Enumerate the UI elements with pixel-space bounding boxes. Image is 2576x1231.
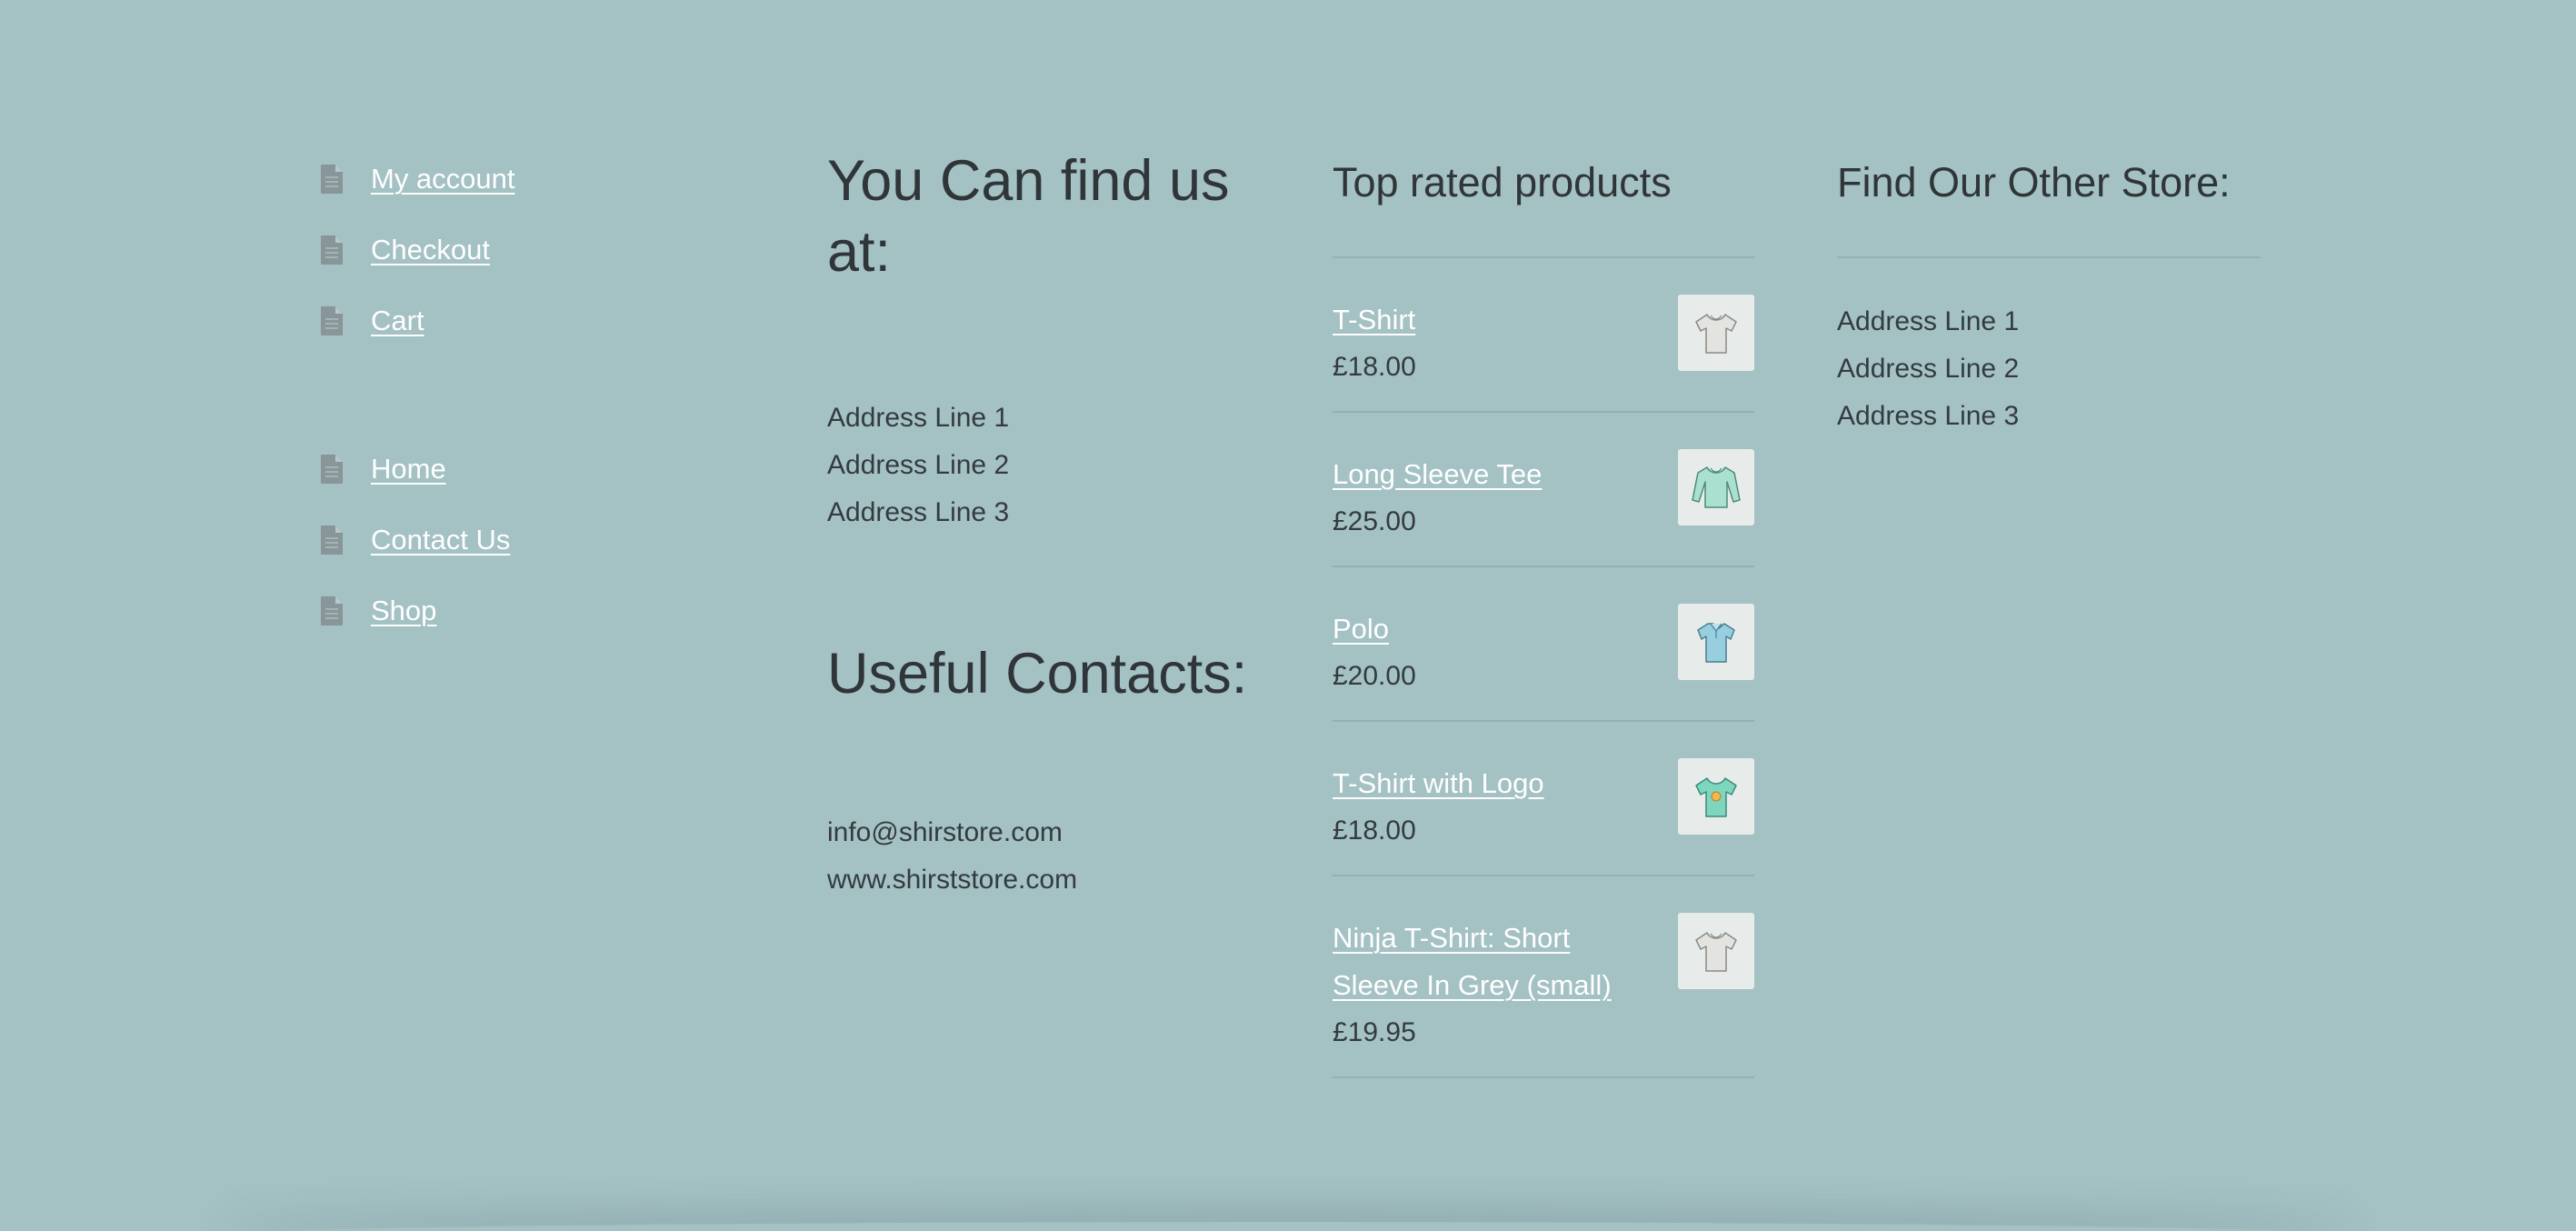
- other-store-column: Find Our Other Store: Address Line 1 Add…: [1837, 145, 2261, 440]
- footer-menus: My account Checkout Cart Home Contact Us: [320, 144, 729, 646]
- link-checkout[interactable]: Checkout: [371, 234, 490, 266]
- menu-item-checkout: Checkout: [320, 215, 729, 285]
- product-link[interactable]: Ninja T-Shirt: Short Sleeve In Grey (sma…: [1333, 915, 1660, 1009]
- link-my-account[interactable]: My account: [371, 163, 515, 195]
- find-us-heading: You Can find us at:: [827, 149, 1230, 284]
- document-icon: [321, 235, 343, 265]
- site-menu: Home Contact Us Shop: [320, 434, 729, 646]
- address-line: Address Line 2: [1837, 354, 2020, 384]
- product-thumbnail[interactable]: [1678, 449, 1754, 525]
- contact-email: info@shirstore.com: [827, 817, 1063, 847]
- address-line: Address Line 3: [1837, 401, 2020, 431]
- product-link[interactable]: Polo: [1333, 605, 1660, 653]
- link-shop[interactable]: Shop: [371, 595, 436, 627]
- product-thumbnail[interactable]: [1678, 295, 1754, 371]
- document-icon: [321, 306, 343, 335]
- top-rated-products-widget: Top rated products T-Shirt £18.00 Long S…: [1333, 145, 1754, 1078]
- document-icon: [321, 165, 343, 194]
- product-item: T-Shirt with Logo £18.00: [1333, 722, 1754, 876]
- product-link[interactable]: T-Shirt with Logo: [1333, 760, 1660, 807]
- product-item: T-Shirt £18.00: [1333, 258, 1754, 413]
- contact-info-column: You Can find us at: Address Line 1 Addre…: [827, 145, 1254, 904]
- product-link[interactable]: Long Sleeve Tee: [1333, 451, 1660, 498]
- other-store-heading: Find Our Other Store:: [1837, 159, 2231, 205]
- document-icon: [321, 525, 343, 555]
- grey-tshirt-icon: [1695, 314, 1737, 354]
- link-cart[interactable]: Cart: [371, 305, 424, 337]
- address-line: Address Line 1: [827, 403, 1010, 433]
- heading-divider: [1837, 256, 2261, 258]
- document-icon: [321, 455, 343, 484]
- menu-item-home: Home: [320, 434, 729, 505]
- polo-shirt-icon: [1697, 623, 1735, 663]
- grey-tshirt-icon: [1695, 932, 1737, 972]
- logo-tshirt-icon: [1695, 777, 1737, 817]
- content-edge-shadow: [218, 1222, 2358, 1231]
- menu-item-cart: Cart: [320, 285, 729, 356]
- useful-contacts-heading: Useful Contacts:: [827, 642, 1248, 706]
- link-contact-us[interactable]: Contact Us: [371, 524, 510, 556]
- address-line: Address Line 2: [827, 450, 1010, 480]
- site-footer: My account Checkout Cart Home Contact Us: [0, 0, 2576, 1231]
- account-menu: My account Checkout Cart: [320, 144, 729, 356]
- link-home[interactable]: Home: [371, 453, 446, 485]
- product-thumbnail[interactable]: [1678, 913, 1754, 989]
- menu-item-contact-us: Contact Us: [320, 505, 729, 575]
- top-rated-heading: Top rated products: [1333, 159, 1672, 205]
- product-thumbnail[interactable]: [1678, 758, 1754, 835]
- contact-website: www.shirststore.com: [827, 865, 1078, 895]
- menu-item-shop: Shop: [320, 575, 729, 646]
- product-price: £19.95: [1333, 1017, 1416, 1047]
- address-line: Address Line 1: [1837, 306, 2020, 336]
- menu-item-my-account: My account: [320, 144, 729, 215]
- product-link[interactable]: T-Shirt: [1333, 296, 1660, 344]
- product-item: Long Sleeve Tee £25.00: [1333, 413, 1754, 567]
- long-sleeve-tee-icon: [1692, 466, 1741, 508]
- product-list: T-Shirt £18.00 Long Sleeve Tee £25.00 Po…: [1333, 258, 1754, 1078]
- product-item: Ninja T-Shirt: Short Sleeve In Grey (sma…: [1333, 876, 1754, 1078]
- address-line: Address Line 3: [827, 497, 1010, 527]
- document-icon: [321, 596, 343, 626]
- product-thumbnail[interactable]: [1678, 604, 1754, 680]
- product-item: Polo £20.00: [1333, 567, 1754, 722]
